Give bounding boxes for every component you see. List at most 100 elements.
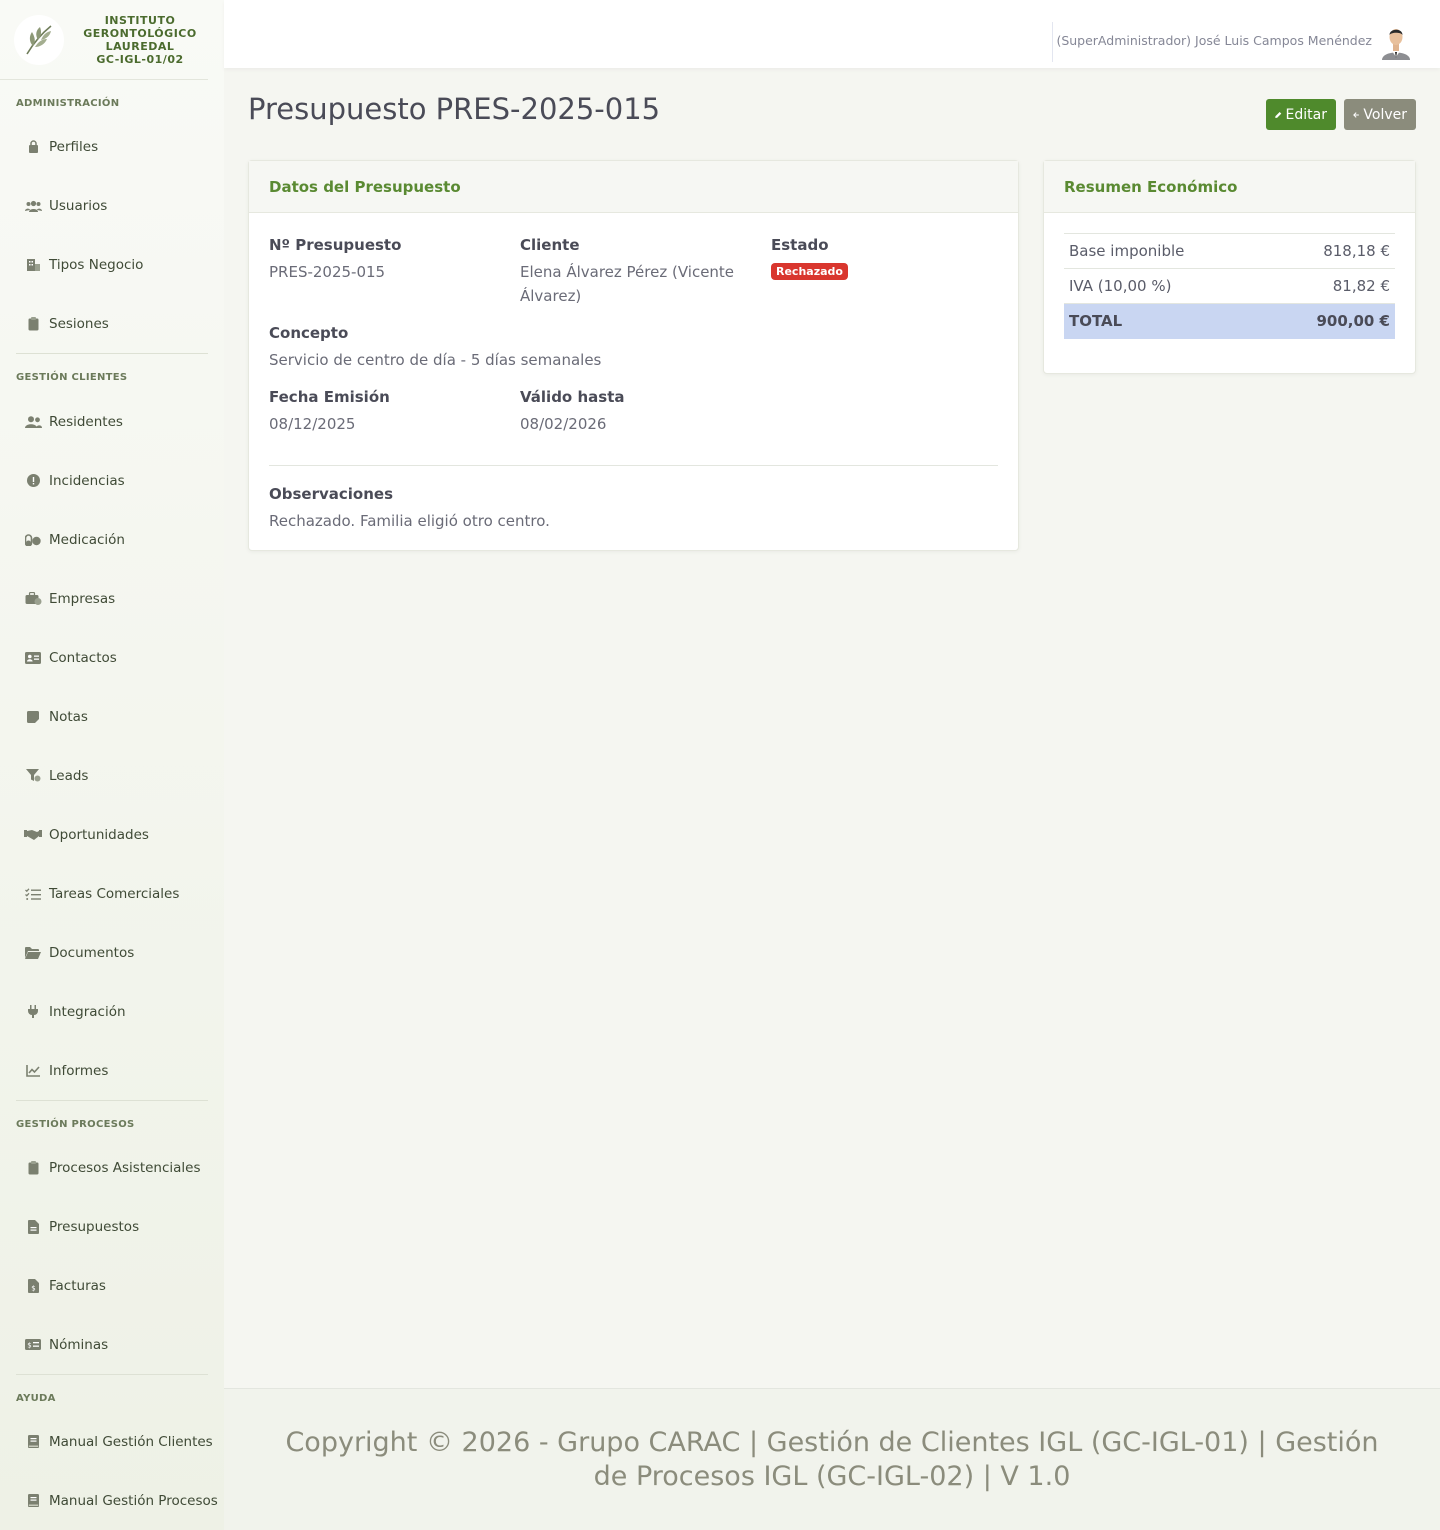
pencil-icon	[1275, 111, 1282, 118]
summary-label: Base imponible	[1069, 242, 1185, 260]
brand-code: GC-IGL-01/02	[96, 52, 184, 66]
sidebar-item-notas[interactable]: Notas	[0, 687, 224, 746]
sidebar-item-nominas[interactable]: $ Nóminas	[0, 1315, 224, 1374]
plug-icon	[24, 1005, 42, 1019]
alert-icon	[24, 474, 42, 488]
field-value: 08/02/2026	[520, 415, 607, 433]
user-group-icon	[24, 415, 42, 429]
user-avatar-icon	[1382, 29, 1410, 60]
field-label: Cliente	[520, 236, 580, 254]
card-header: Datos del Presupuesto	[249, 161, 1018, 213]
field-label: Fecha Emisión	[269, 388, 390, 406]
page-title: Presupuesto PRES-2025-015	[248, 92, 661, 126]
sidebar-item-leads[interactable]: Leads	[0, 746, 224, 805]
clipboard-icon	[24, 316, 42, 331]
sidebar-item-medicacion[interactable]: Medicación	[0, 510, 224, 569]
briefcase-icon	[24, 592, 42, 606]
table-row: Base imponible 818,18 €	[1064, 233, 1395, 269]
handshake-icon	[24, 828, 42, 842]
brand-name: INSTITUTO GERONTOLÓGICO LAUREDAL GC-IGL-…	[72, 14, 208, 66]
field-concepto: Concepto Servicio de centro de día - 5 d…	[269, 324, 989, 372]
sidebar-item-label: Perfiles	[49, 138, 99, 155]
sidebar-item-label: Usuarios	[49, 197, 108, 214]
field-value: PRES-2025-015	[269, 263, 386, 281]
summary-value: 818,18 €	[1323, 242, 1390, 260]
sidebar-item-label: Presupuestos	[49, 1218, 140, 1235]
sidebar-item-label: Notas	[49, 708, 88, 725]
brand-line: INSTITUTO	[104, 13, 176, 27]
economic-summary-card: Resumen Económico Base imponible 818,18 …	[1043, 160, 1416, 374]
field-value: Rechazado. Familia eligió otro centro.	[269, 512, 550, 530]
field-value: Elena Álvarez Pérez (Vicente Álvarez)	[520, 263, 735, 305]
svg-text:$: $	[31, 1284, 35, 1292]
sidebar-item-manual-clientes[interactable]: Manual Gestión Clientes	[0, 1412, 224, 1471]
sidebar-item-sesiones[interactable]: Sesiones	[0, 294, 224, 353]
funnel-icon	[24, 769, 42, 783]
section-gestion-procesos: GESTIÓN PROCESOS	[16, 1119, 135, 1130]
sidebar-item-label: Oportunidades	[49, 826, 149, 843]
sidebar-item-informes[interactable]: Informes	[0, 1041, 224, 1100]
edit-button-label: Editar	[1285, 106, 1327, 123]
sidebar-item-label: Tareas Comerciales	[49, 885, 180, 902]
sidebar-item-facturas[interactable]: $ Facturas	[0, 1256, 224, 1315]
edit-button[interactable]: Editar	[1266, 99, 1336, 130]
sidebar-item-label: Procesos Asistenciales	[49, 1159, 201, 1176]
sidebar-item-label: Documentos	[49, 944, 135, 961]
section-administracion: ADMINISTRACIÓN	[16, 98, 120, 109]
sidebar: INSTITUTO GERONTOLÓGICO LAUREDAL GC-IGL-…	[0, 0, 224, 1530]
budget-details-card: Datos del Presupuesto Nº Presupuesto PRE…	[248, 160, 1019, 551]
money-icon: $	[24, 1338, 42, 1352]
laurel-logo-icon	[14, 14, 64, 65]
sidebar-item-label: Sesiones	[49, 315, 109, 332]
book-icon	[24, 1435, 42, 1449]
sidebar-item-oportunidades[interactable]: Oportunidades	[0, 805, 224, 864]
sidebar-item-label: Leads	[49, 767, 89, 784]
sidebar-item-contactos[interactable]: Contactos	[0, 628, 224, 687]
sidebar-item-label: Manual Gestión Clientes	[49, 1433, 213, 1450]
sidebar-item-label: Facturas	[49, 1277, 106, 1294]
field-fecha-emision: Fecha Emisión 08/12/2025	[269, 388, 504, 436]
sidebar-item-label: Nóminas	[49, 1336, 109, 1353]
sidebar-item-tareas-comerciales[interactable]: Tareas Comerciales	[0, 864, 224, 923]
folder-icon	[24, 946, 42, 960]
field-numero: Nº Presupuesto PRES-2025-015	[269, 236, 504, 284]
sidebar-item-label: Empresas	[49, 590, 116, 607]
brand[interactable]: INSTITUTO GERONTOLÓGICO LAUREDAL GC-IGL-…	[0, 0, 208, 80]
sidebar-item-label: Residentes	[49, 413, 123, 430]
total-row: TOTAL 900,00 €	[1064, 303, 1395, 339]
summary-value: 900,00 €	[1316, 312, 1390, 331]
sidebar-item-tipos-negocio[interactable]: Tipos Negocio	[0, 235, 224, 294]
sidebar-item-integracion[interactable]: Integración	[0, 982, 224, 1041]
summary-label: IVA (10,00 %)	[1069, 277, 1172, 295]
back-button-label: Volver	[1363, 106, 1407, 123]
sidebar-item-presupuestos[interactable]: Presupuestos	[0, 1197, 224, 1256]
sidebar-item-label: Integración	[49, 1003, 126, 1020]
users-icon	[24, 199, 42, 213]
back-button[interactable]: Volver	[1344, 99, 1416, 130]
field-observaciones: Observaciones Rechazado. Familia eligió …	[269, 485, 989, 533]
avatar[interactable]	[1380, 24, 1412, 60]
sidebar-item-usuarios[interactable]: Usuarios	[0, 176, 224, 235]
topbar-divider	[1052, 22, 1053, 62]
section-gestion-clientes: GESTIÓN CLIENTES	[16, 372, 128, 383]
field-value: 08/12/2025	[269, 415, 356, 433]
user-name[interactable]: (SuperAdministrador) José Luis Campos Me…	[1056, 33, 1372, 48]
note-icon	[24, 710, 42, 724]
book-icon	[24, 1494, 42, 1508]
sidebar-item-manual-procesos[interactable]: Manual Gestión Procesos	[0, 1471, 224, 1530]
clipboard-icon	[24, 1160, 42, 1175]
sidebar-item-empresas[interactable]: Empresas	[0, 569, 224, 628]
sidebar-item-procesos-asistenciales[interactable]: Procesos Asistenciales	[0, 1138, 224, 1197]
sidebar-item-label: Manual Gestión Procesos	[49, 1492, 218, 1509]
pills-icon	[24, 533, 42, 547]
sidebar-item-residentes[interactable]: Residentes	[0, 392, 224, 451]
sidebar-item-documentos[interactable]: Documentos	[0, 923, 224, 982]
svg-text:$: $	[27, 1342, 31, 1350]
sidebar-item-perfiles[interactable]: Perfiles	[0, 117, 224, 176]
field-label: Concepto	[269, 324, 349, 342]
sidebar-item-label: Informes	[49, 1062, 109, 1079]
sidebar-item-incidencias[interactable]: Incidencias	[0, 451, 224, 510]
lock-icon	[24, 140, 42, 154]
copyright-text: Copyright © 2026 - Grupo CARAC | Gestión…	[285, 1426, 1379, 1492]
sidebar-item-label: Incidencias	[49, 472, 125, 489]
